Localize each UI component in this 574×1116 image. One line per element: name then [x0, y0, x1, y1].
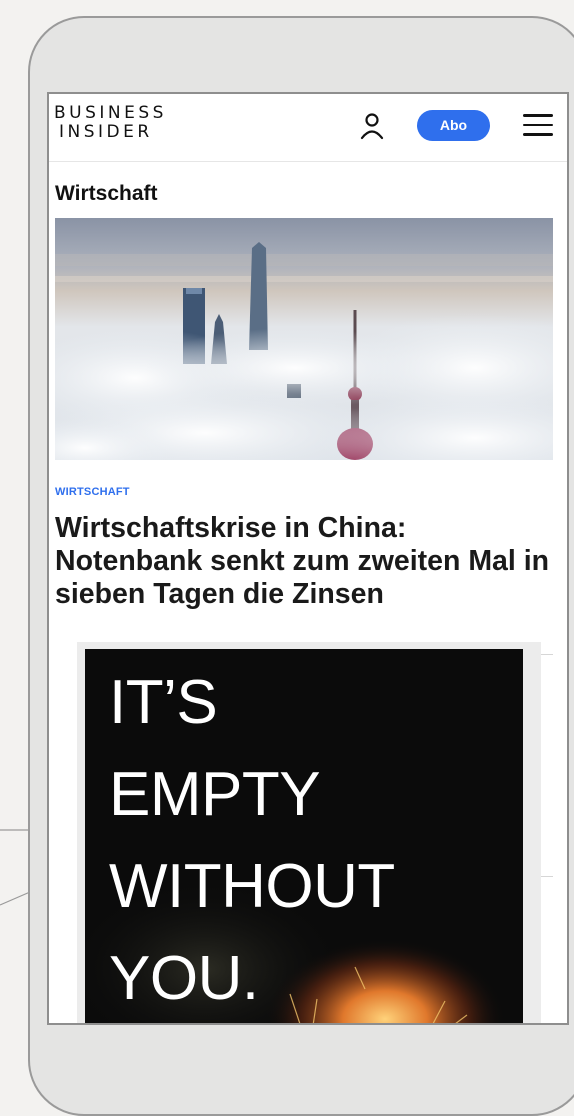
menu-line: [523, 114, 553, 117]
ad-divider: [541, 876, 553, 877]
user-icon[interactable]: [360, 111, 384, 141]
article-category-link[interactable]: WIRTSCHAFT: [55, 486, 130, 498]
browser-screen: BUSINESS INSIDER Abo Wirtschaft WIRTSCHA…: [47, 92, 569, 1025]
site-header: BUSINESS INSIDER Abo: [49, 94, 567, 162]
subscribe-button[interactable]: Abo: [417, 110, 490, 141]
logo-line-1: BUSINESS: [54, 103, 167, 123]
article-headline-link[interactable]: Wirtschaftskrise in China: Notenbank sen…: [55, 512, 555, 611]
advertisement[interactable]: IT’S EMPTY WITHOUT YOU.: [85, 649, 523, 1023]
logo-line-2: INSIDER: [59, 122, 153, 142]
business-insider-logo[interactable]: BUSINESS INSIDER: [54, 104, 167, 142]
menu-line: [523, 123, 553, 126]
article-hero-image[interactable]: [55, 218, 553, 460]
menu-line: [523, 133, 553, 136]
ad-divider: [541, 654, 553, 655]
city-skyline-in-fog-photo: [55, 218, 553, 460]
hamburger-menu-icon[interactable]: [523, 114, 553, 138]
section-title: Wirtschaft: [55, 182, 158, 205]
ad-headline: IT’S EMPTY WITHOUT YOU.: [109, 668, 395, 1013]
